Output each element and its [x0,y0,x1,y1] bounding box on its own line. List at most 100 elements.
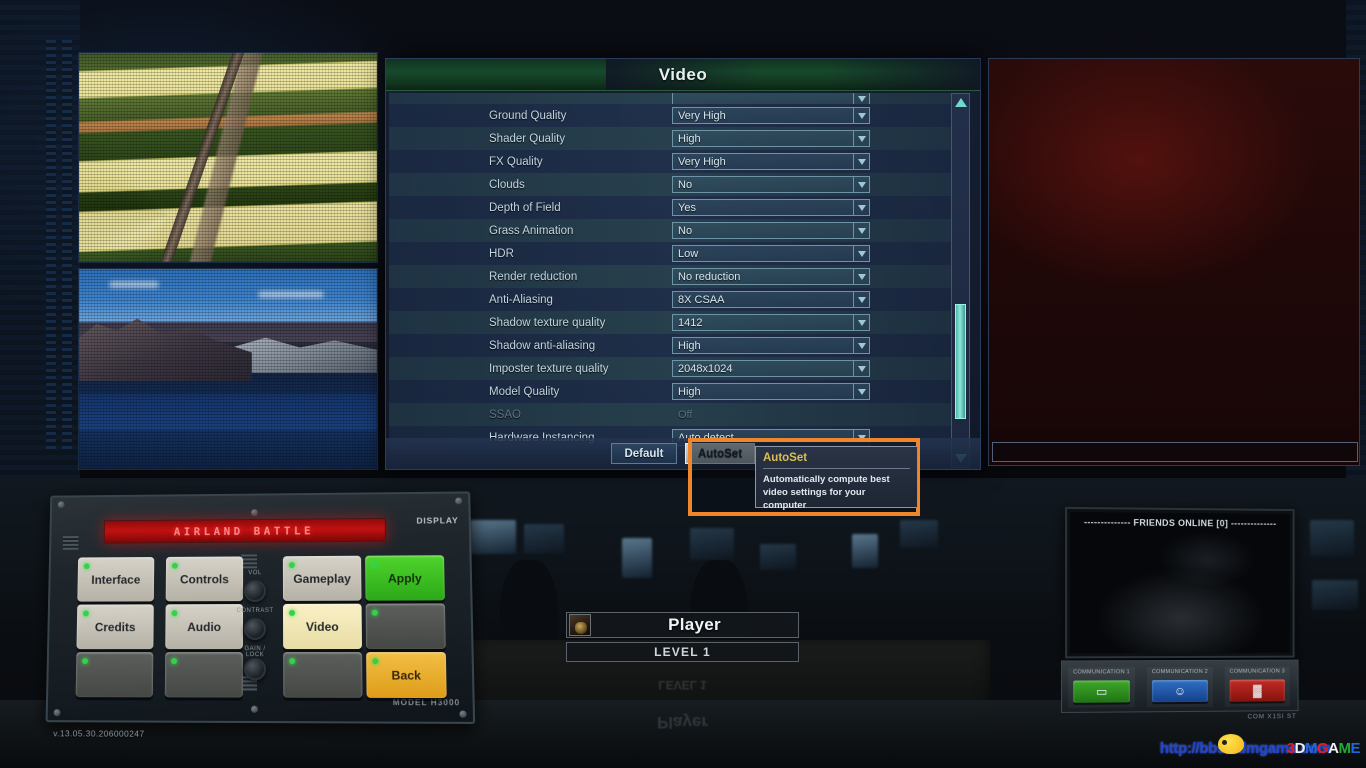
chevron-down-icon[interactable] [853,93,869,104]
vent-grille [62,536,79,550]
preview-image-farmland [78,52,378,263]
setting-row[interactable]: Shader Quality High [389,127,951,150]
console-button-label: Interface [91,572,141,587]
settings-list[interactable]: Ground Quality Very High Shader Quality Hig… [389,93,951,468]
add-friend-button[interactable]: ☺ [1151,679,1208,703]
setting-value: No [678,224,693,237]
setting-dropdown[interactable]: High [672,130,870,147]
setting-row[interactable]: Imposter texture quality 2048x1024 [389,357,951,380]
player-name-row[interactable]: Player [566,612,799,638]
console-button-empty [365,603,446,650]
setting-dropdown[interactable]: 8X CSAA [672,291,870,308]
block-button[interactable]: ▓ [1229,679,1285,702]
gain-knob[interactable] [243,658,267,681]
button-led-icon [171,610,178,617]
setting-row[interactable]: Shadow texture quality 1412 [389,311,951,334]
player-panel: Player LEVEL 1 [566,612,799,662]
setting-label: Ground Quality [489,109,567,122]
setting-row[interactable]: Clouds No [389,173,951,196]
console-button-back[interactable]: Back [366,652,447,699]
console-button-video[interactable]: Video [283,603,363,650]
console-button-controls[interactable]: Controls [165,556,244,602]
friends-screen-frame: -------------- FRIENDS ONLINE [0] ------… [1065,506,1295,659]
setting-dropdown[interactable]: No [672,176,870,193]
chevron-down-icon[interactable] [853,200,869,215]
chevron-down-icon[interactable] [853,223,869,238]
friend-button-slot: COMMUNICATION 3 ▓ [1224,666,1290,707]
setting-row[interactable]: Model Quality High [389,380,951,403]
contrast-knob[interactable] [243,617,267,641]
monitor-glow [852,534,878,568]
preview-image-mountain-lake [78,268,378,470]
console-button-credits[interactable]: Credits [76,604,154,650]
chevron-down-icon[interactable] [853,384,869,399]
setting-row[interactable]: Depth of Field Yes [389,196,951,219]
setting-dropdown[interactable]: No reduction [672,268,870,285]
chat-button[interactable]: ▭ [1073,680,1130,703]
setting-dropdown[interactable]: No [672,222,870,239]
setting-label: FX Quality [489,155,543,168]
autoset-tooltip: AutoSet Automatically compute best video… [755,446,918,511]
led-display-text: AIRLAND BATTLE [173,523,315,538]
chevron-down-icon[interactable] [853,154,869,169]
setting-dropdown[interactable]: Very High [672,107,870,124]
setting-row[interactable]: Shadow anti-aliasing High [389,334,951,357]
setting-label: Shader Quality [489,132,566,145]
console-button-gameplay[interactable]: Gameplay [282,555,362,601]
setting-row[interactable]: Ground Quality Very High [389,104,951,127]
setting-dropdown[interactable]: 2048x1024 [672,360,870,377]
console-button-label: Apply [387,570,422,586]
setting-dropdown[interactable]: Low [672,245,870,262]
setting-label: Depth of Field [489,201,561,214]
console-button-apply[interactable]: Apply [365,555,445,601]
volume-knob[interactable] [244,580,266,603]
chevron-down-icon[interactable] [853,246,869,261]
setting-dropdown[interactable] [672,93,870,104]
chevron-down-icon[interactable] [853,269,869,284]
setting-label: Render reduction [489,270,578,283]
chevron-down-icon[interactable] [853,177,869,192]
setting-label: Imposter texture quality [489,362,609,375]
friend-button-slot: COMMUNICATION 2 ☺ [1146,666,1213,708]
chevron-down-icon[interactable] [853,131,869,146]
chevron-down-icon[interactable] [853,108,869,123]
settings-scrollbar[interactable] [951,93,970,468]
setting-dropdown[interactable]: High [672,383,870,400]
arrow-up-icon[interactable] [953,95,968,110]
chevron-down-icon[interactable] [853,315,869,330]
setting-row[interactable] [389,93,951,104]
setting-row[interactable]: Grass Animation No [389,219,951,242]
scrollbar-thumb[interactable] [955,304,966,419]
page-title: Video [658,64,708,84]
setting-row[interactable]: FX Quality Very High [389,150,951,173]
console-button-interface[interactable]: Interface [77,557,155,602]
console-button-label: Gameplay [293,571,351,586]
chevron-down-icon[interactable] [853,361,869,376]
setting-dropdown[interactable]: Yes [672,199,870,216]
friend-button-slot-label: COMMUNICATION 2 [1151,668,1209,676]
watermark-logo: 3DMGAME [1286,739,1361,757]
autoset-button[interactable]: AutoSet [684,443,756,464]
default-button[interactable]: Default [610,443,677,464]
setting-row[interactable]: Anti-Aliasing 8X CSAA [389,288,951,311]
setting-row[interactable]: Render reduction No reduction [389,265,951,288]
button-led-icon [288,562,295,569]
console-button-label: Controls [179,571,229,586]
setting-value: No [678,178,693,191]
settings-console: AIRLAND BATTLE DISPLAY MODEL H3000 v.13.… [45,491,476,739]
setting-row[interactable]: HDR Low [389,242,951,265]
chevron-down-icon[interactable] [853,338,869,353]
setting-row[interactable]: SSAO Off [389,403,951,426]
mountain-ridge-near [79,318,252,381]
game-screen: Video Ground Quality Very High Shader Qual… [0,0,1366,768]
setting-dropdown[interactable]: 1412 [672,314,870,331]
chevron-down-icon[interactable] [853,292,869,307]
display-label: DISPLAY [416,515,459,526]
setting-dropdown[interactable]: High [672,337,870,354]
console-button-empty [75,652,154,698]
friend-button-slot: COMMUNICATION 1 ▭ [1068,667,1135,708]
console-button-audio[interactable]: Audio [165,604,244,650]
vent-grille [241,554,258,569]
setting-dropdown[interactable]: Very High [672,153,870,170]
setting-label: Clouds [489,178,525,191]
